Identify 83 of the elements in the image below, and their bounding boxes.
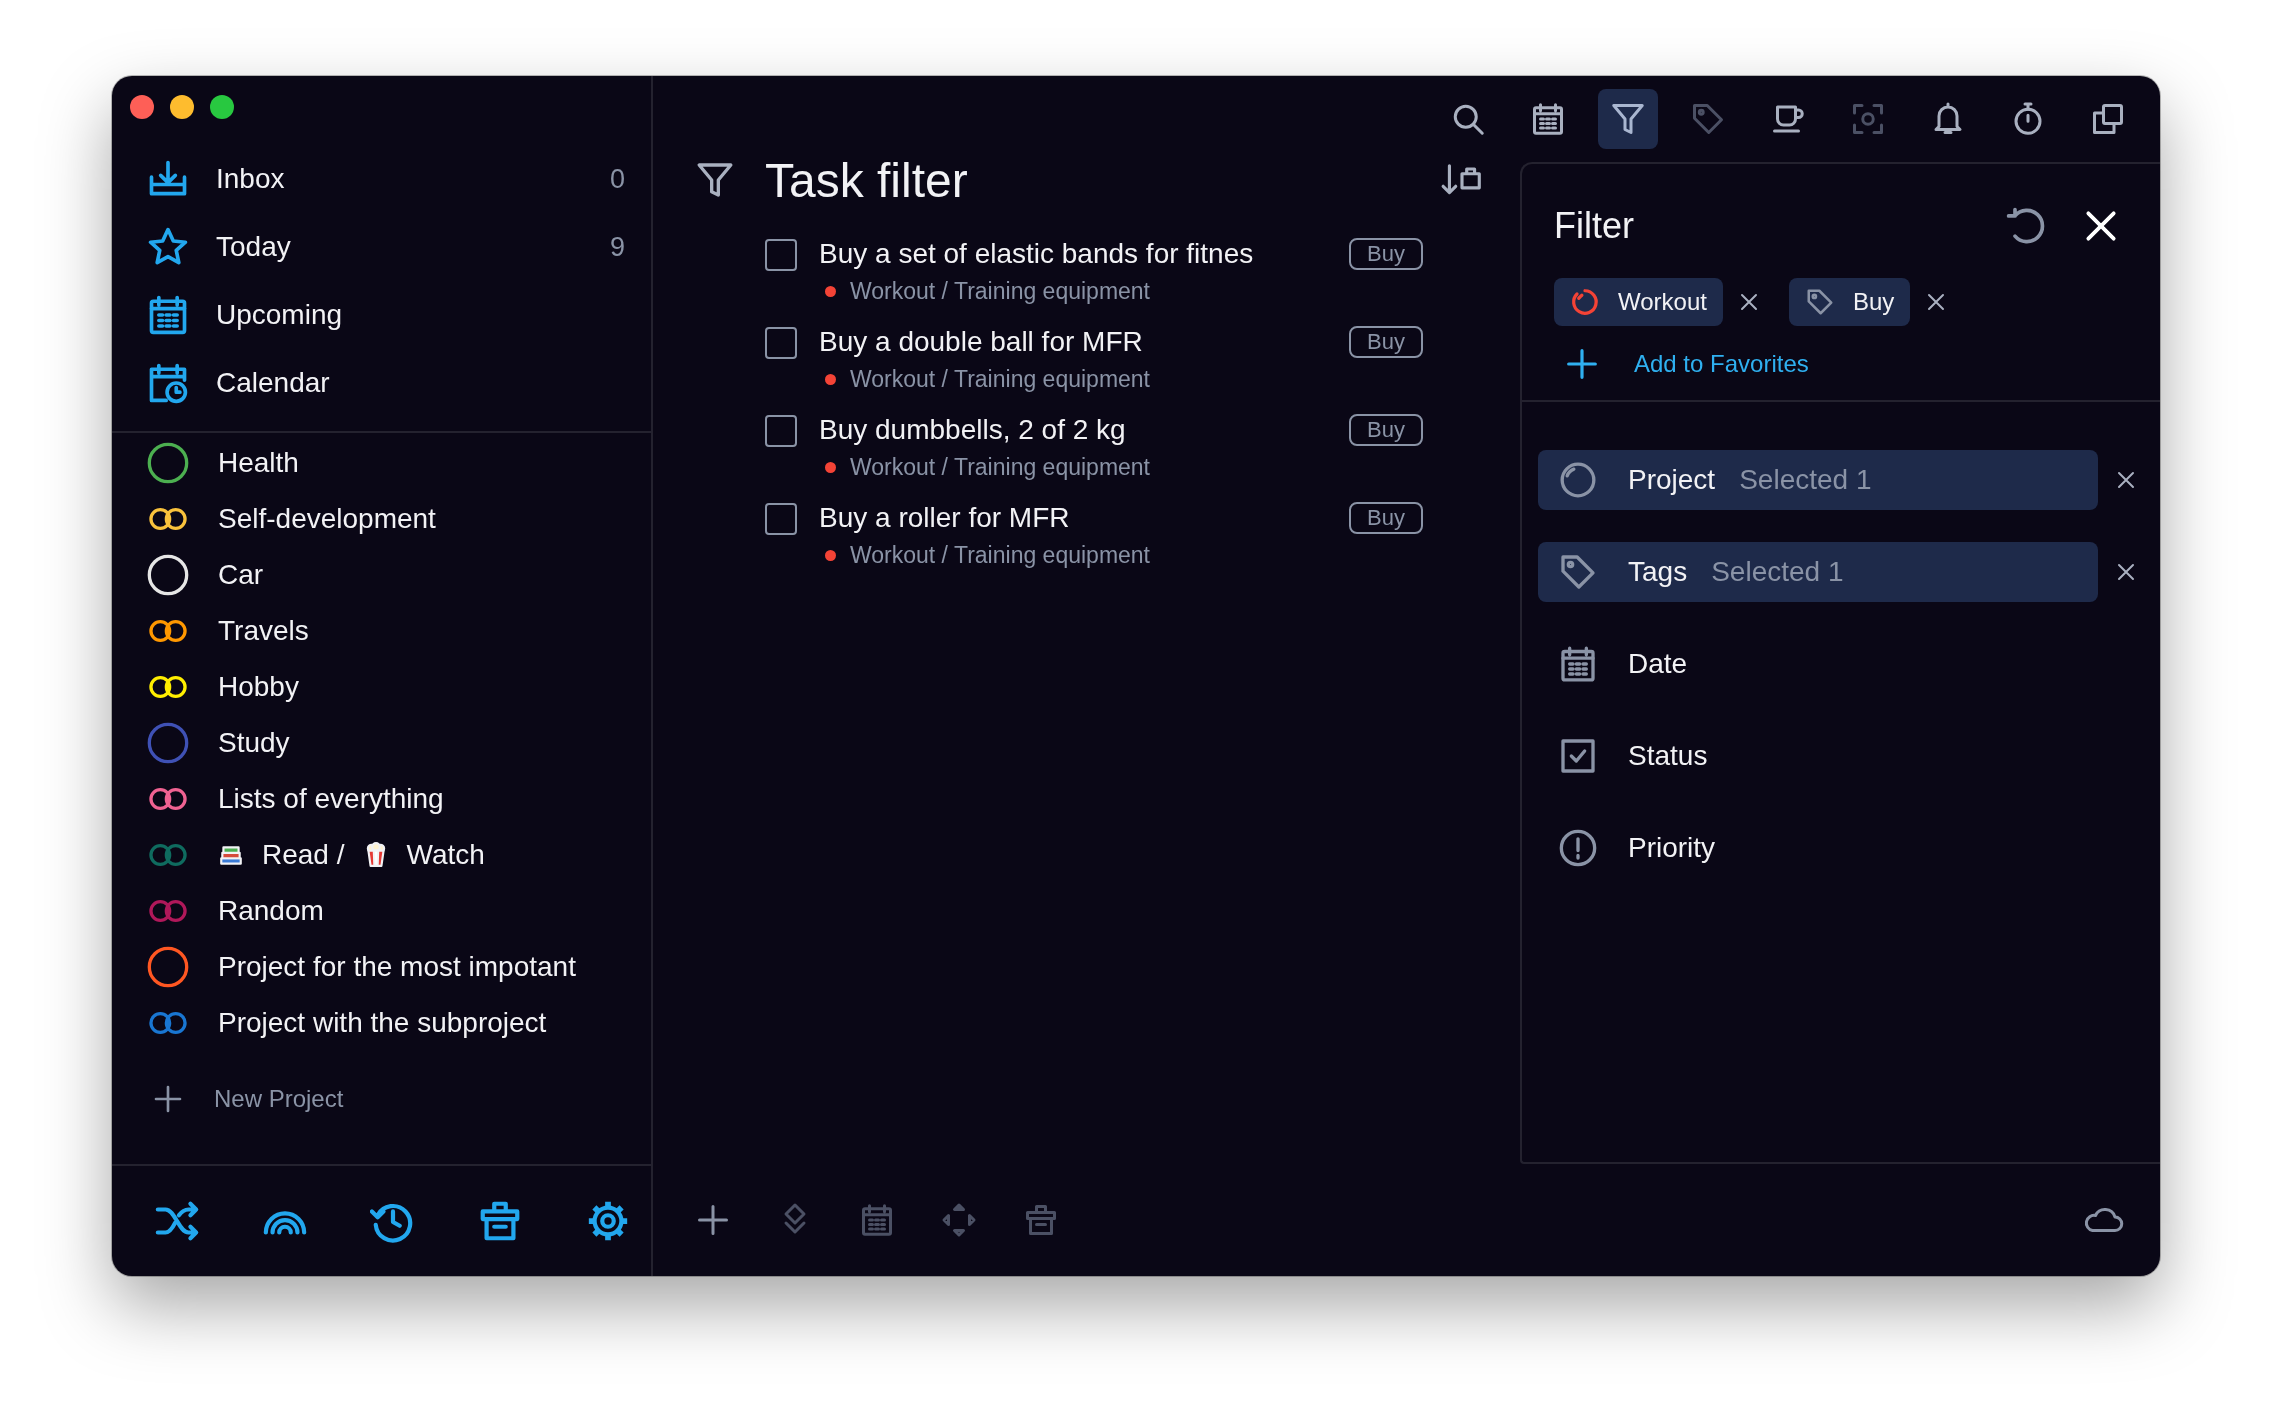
- filter-criterion[interactable]: Priority: [1538, 818, 2098, 878]
- task-checkbox[interactable]: [765, 415, 797, 447]
- window-control[interactable]: [130, 95, 154, 119]
- tag-icon: [1690, 101, 1726, 137]
- add-favorites-link[interactable]: Add to Favorites: [1522, 326, 2160, 382]
- project-item[interactable]: Project for the most impotant: [112, 939, 651, 995]
- exclamation-icon: [1558, 828, 1598, 868]
- project-label: Self-development: [218, 503, 436, 535]
- nav-label: Calendar: [216, 367, 331, 399]
- project-label: Project for the most impotant: [218, 951, 576, 983]
- project-label: Lists of everything: [218, 783, 444, 815]
- task-title: Buy a roller for MFR: [819, 501, 1071, 535]
- project-item[interactable]: Car: [112, 547, 651, 603]
- item-count: 0: [609, 163, 625, 195]
- panel-title: Filter: [1554, 205, 1635, 247]
- filter-chip[interactable]: Buy: [1788, 278, 1911, 326]
- project-item[interactable]: Lists of everything: [112, 771, 651, 827]
- tag-icon: [1558, 552, 1598, 592]
- task-row[interactable]: Buy dumbbells, 2 of 2 kg Workout / Training equipment Buy: [765, 410, 1520, 498]
- window-control[interactable]: [210, 95, 234, 119]
- task-checkbox[interactable]: [765, 327, 797, 359]
- project-label: Read /: [262, 839, 345, 871]
- plus-icon[interactable]: [695, 1202, 731, 1238]
- filter-criterion[interactable]: Status: [1538, 726, 2098, 786]
- filter-criterion[interactable]: Project Selected 1: [1538, 450, 2098, 510]
- task-title: Buy a double ball for MFR: [819, 325, 1144, 359]
- task-tag[interactable]: Buy: [1349, 326, 1423, 358]
- task-project-path: Workout / Training equipment: [850, 277, 1150, 306]
- plus-icon: [152, 1083, 184, 1115]
- project-label: Car: [218, 559, 264, 591]
- window-control[interactable]: [170, 95, 194, 119]
- filter-criterion[interactable]: Date: [1538, 634, 2098, 694]
- project-item[interactable]: Random: [112, 883, 651, 939]
- project-item[interactable]: Hobby: [112, 659, 651, 715]
- project-label: Project with the subproject: [218, 1007, 547, 1039]
- project-label: Random: [218, 895, 324, 927]
- project-label: Health: [218, 447, 299, 479]
- task-tag[interactable]: Buy: [1349, 414, 1423, 446]
- nav-item[interactable]: Calendar: [112, 349, 651, 417]
- new-project-label: New Project: [214, 1085, 344, 1113]
- project-item[interactable]: Read / Watch: [112, 827, 651, 883]
- item-count: 9: [609, 231, 625, 263]
- nav-item[interactable]: Today 9: [112, 213, 651, 281]
- nav-label: Upcoming: [216, 299, 344, 331]
- task-title: Buy dumbbells, 2 of 2 kg: [819, 413, 1127, 447]
- project-item[interactable]: Study: [112, 715, 651, 771]
- task-tag[interactable]: Buy: [1349, 238, 1423, 270]
- project-label: Hobby: [218, 671, 299, 703]
- task-row[interactable]: Buy a roller for MFR Workout / Training equipment Buy: [765, 498, 1520, 586]
- filter-icon: [1610, 101, 1646, 137]
- filter-criterion[interactable]: Tags Selected 1: [1538, 542, 2098, 602]
- new-project-button[interactable]: New Project: [112, 1051, 651, 1115]
- circle-icon: [1558, 460, 1598, 500]
- task-project-path: Workout / Training equipment: [850, 541, 1150, 570]
- nav-label: Today: [216, 231, 292, 263]
- plus-icon: [1566, 348, 1598, 380]
- focus-icon: [1850, 101, 1886, 137]
- toolbar-button[interactable]: [1598, 89, 1658, 149]
- nav-label: Inbox: [216, 163, 286, 195]
- project-item[interactable]: Travels: [112, 603, 651, 659]
- checkbox-icon: [1558, 736, 1598, 776]
- task-tag[interactable]: Buy: [1349, 502, 1423, 534]
- nav-item[interactable]: Upcoming: [112, 281, 651, 349]
- project-item[interactable]: Health: [112, 435, 651, 491]
- task-title: Buy a set of elastic bands for fitnes: [819, 237, 1255, 271]
- copy-icon: [2090, 101, 2126, 137]
- task-row[interactable]: Buy a double ball for MFR Workout / Training equipment Buy: [765, 322, 1520, 410]
- calendar-icon: [1558, 644, 1598, 684]
- task-row[interactable]: Buy a set of elastic bands for fitnes Workout / Training equipment Buy: [765, 234, 1520, 322]
- project-label: Travels: [218, 615, 309, 647]
- project-item[interactable]: Project with the subproject: [112, 995, 651, 1051]
- task-checkbox[interactable]: [765, 503, 797, 535]
- page-title: Task filter: [765, 152, 969, 208]
- project-label: Study: [218, 727, 290, 759]
- nav-item[interactable]: Inbox 0: [112, 145, 651, 213]
- project-label: Watch: [406, 839, 485, 871]
- project-item[interactable]: Self-development: [112, 491, 651, 547]
- filter-chip[interactable]: Workout: [1554, 278, 1723, 326]
- filter-icon: [695, 160, 735, 200]
- calendar-icon: [1530, 101, 1566, 137]
- task-checkbox[interactable]: [765, 239, 797, 271]
- task-project-path: Workout / Training equipment: [850, 365, 1150, 394]
- task-project-path: Workout / Training equipment: [850, 453, 1150, 482]
